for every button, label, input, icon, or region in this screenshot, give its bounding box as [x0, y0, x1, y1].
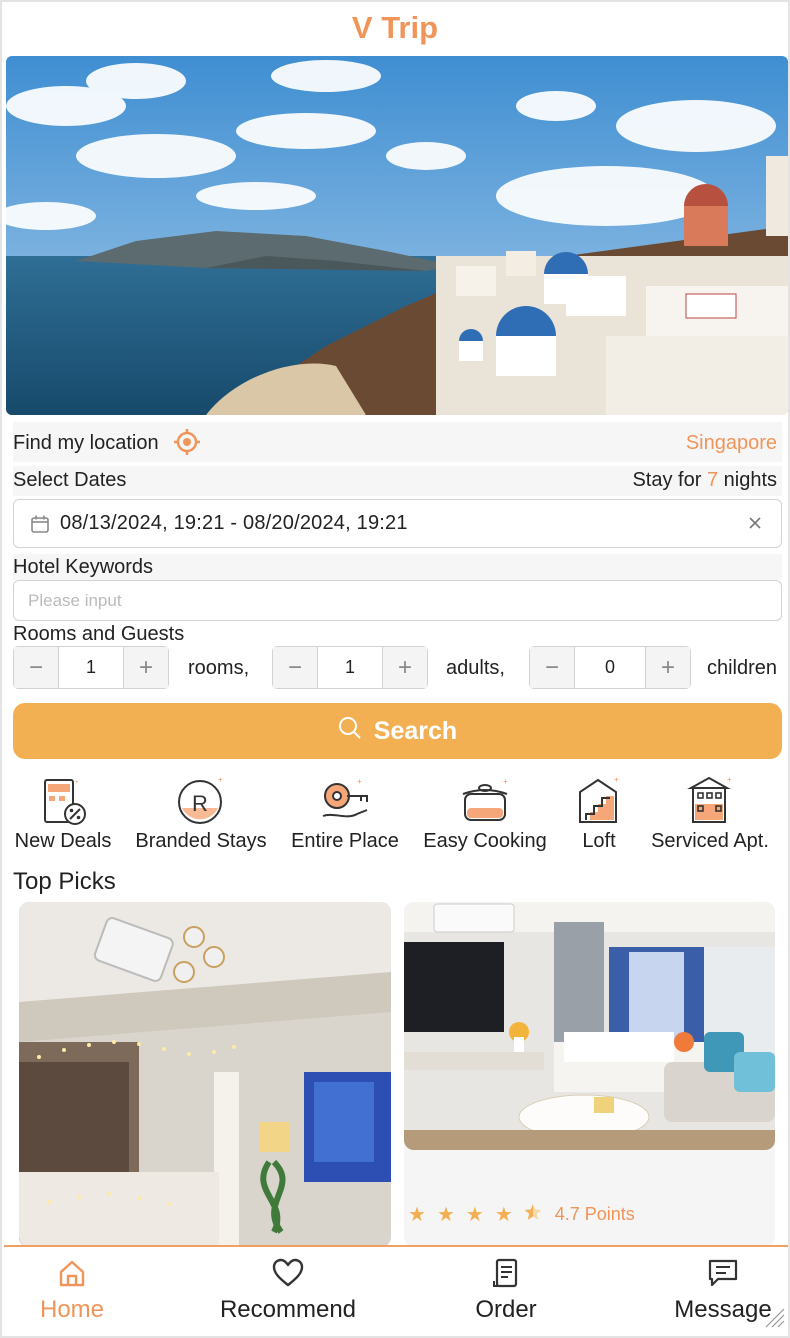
branded-stays-icon: R +	[132, 774, 270, 828]
top-pick-card-1[interactable]	[19, 902, 391, 1247]
home-icon	[34, 1257, 110, 1294]
svg-text:+: +	[727, 775, 732, 784]
category-serviced-apt[interactable]: + Serviced Apt.	[646, 774, 774, 853]
cooking-pot-icon: +	[420, 774, 550, 828]
entire-place-icon: +	[288, 774, 402, 828]
svg-text:+: +	[614, 775, 619, 784]
date-range-picker[interactable]: 08/13/2024, 19:21 - 08/20/2024, 19:21	[13, 499, 782, 548]
rooms-value[interactable]: 1	[58, 647, 124, 688]
heart-icon	[212, 1257, 364, 1294]
stay-prefix: Stay for	[632, 469, 702, 491]
app-title: V Trip	[351, 10, 439, 45]
hotel-keywords-label: Hotel Keywords	[13, 556, 154, 578]
find-location-label[interactable]: Find my location	[13, 432, 159, 455]
nights-count: 7	[706, 469, 719, 491]
children-unit: children	[706, 657, 777, 679]
rooms-increment-button[interactable]: +	[124, 647, 168, 688]
rooms-guests-label: Rooms and Guests	[13, 623, 185, 645]
loft-icon: +	[572, 774, 626, 828]
tab-label: Recommend	[219, 1296, 357, 1323]
rooms-unit: rooms,	[188, 657, 250, 679]
category-label: Easy Cooking	[423, 830, 547, 852]
tab-label: Home	[39, 1296, 105, 1323]
category-label: Serviced Apt.	[651, 830, 769, 852]
hero-banner-image	[6, 56, 788, 415]
app-frame: V Trip Find my location Singapore Select…	[0, 0, 790, 1338]
svg-text:+: +	[357, 777, 362, 786]
modern-hotel-room-photo	[404, 902, 775, 1150]
stay-nights-summary: Stay for 7 nights	[632, 469, 777, 492]
current-city[interactable]: Singapore	[686, 432, 777, 455]
svg-text:+: +	[75, 780, 79, 786]
serviced-apartment-icon: +	[646, 774, 774, 828]
adults-value[interactable]: 1	[317, 647, 383, 688]
search-label: Search	[373, 716, 458, 745]
category-label: Entire Place	[291, 830, 399, 852]
category-entire-place[interactable]: + Entire Place	[288, 774, 402, 853]
children-increment-button[interactable]: +	[646, 647, 690, 688]
svg-text:+: +	[218, 775, 223, 784]
category-loft[interactable]: + Loft	[572, 774, 626, 853]
adults-increment-button[interactable]: +	[383, 647, 427, 688]
search-button[interactable]: Search	[13, 703, 782, 759]
date-range-value: 08/13/2024, 19:21 - 08/20/2024, 19:21	[60, 512, 408, 534]
adults-stepper: − 1 +	[272, 646, 428, 689]
message-icon	[668, 1257, 778, 1294]
svg-text:R: R	[192, 791, 208, 816]
adults-decrement-button[interactable]: −	[273, 647, 317, 688]
clear-icon[interactable]	[747, 515, 763, 536]
tab-order[interactable]: Order	[468, 1257, 544, 1324]
locate-target-icon[interactable]	[173, 428, 201, 461]
category-label: Loft	[582, 830, 616, 852]
stay-suffix: nights	[723, 469, 777, 491]
tab-home[interactable]: Home	[34, 1257, 110, 1324]
children-decrement-button[interactable]: −	[530, 647, 574, 688]
rooms-decrement-button[interactable]: −	[14, 647, 58, 688]
projector-bedroom-photo	[19, 902, 391, 1247]
select-dates-label: Select Dates	[13, 469, 127, 491]
category-branded-stays[interactable]: R + Branded Stays	[132, 774, 270, 853]
bottom-tab-bar: Home Recommend Order Message	[4, 1245, 788, 1336]
category-new-deals[interactable]: + New Deals	[13, 774, 113, 853]
resize-grip-icon[interactable]	[762, 1305, 786, 1334]
rating-points: 4.7 Points	[554, 1204, 635, 1224]
half-star-icon	[524, 1203, 542, 1227]
tab-label: Order	[475, 1296, 537, 1323]
star-icon: ★	[408, 1204, 426, 1226]
order-icon	[468, 1257, 544, 1294]
children-stepper: − 0 +	[529, 646, 691, 689]
children-value[interactable]: 0	[574, 647, 646, 688]
svg-text:+: +	[503, 777, 508, 786]
category-label: Branded Stays	[135, 830, 267, 852]
rating-row: ★ ★ ★ ★ 4.7 Points	[408, 1202, 635, 1227]
star-icon: ★	[436, 1204, 455, 1226]
search-icon	[338, 716, 374, 747]
category-label: New Deals	[14, 830, 112, 852]
hotel-keywords-input[interactable]	[13, 580, 782, 621]
category-easy-cooking[interactable]: + Easy Cooking	[420, 774, 550, 853]
star-icon: ★	[465, 1204, 484, 1226]
new-deals-icon: +	[13, 774, 113, 828]
star-icon: ★	[494, 1204, 513, 1226]
rooms-stepper: − 1 +	[13, 646, 169, 689]
top-picks-title: Top Picks	[13, 868, 116, 895]
calendar-icon	[30, 514, 50, 539]
tab-recommend[interactable]: Recommend	[212, 1257, 364, 1324]
adults-unit: adults,	[446, 657, 505, 679]
top-pick-card-2[interactable]: ★ ★ ★ ★ 4.7 Points	[404, 902, 775, 1247]
